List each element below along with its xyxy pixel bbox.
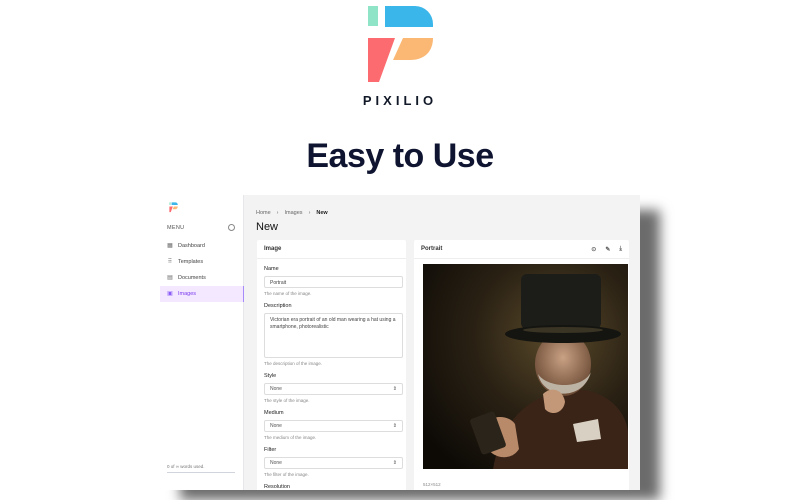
filter-select-value: None [270,460,282,466]
usage-text: 0 of ∞ words used. [167,464,205,469]
medium-select[interactable]: None ⇕ [264,420,403,432]
pixilio-logo [368,6,433,82]
sidebar-item-label: Templates [178,259,204,265]
sidebar-item-label: Documents [178,275,206,281]
filter-help: The filter of the image. [264,472,309,477]
sidebar-item-images[interactable]: ▣ Images [160,286,244,302]
app-window: MENU ▦ Dashboard ⠿ Templates ▤ Documents… [160,195,640,490]
sidebar: MENU ▦ Dashboard ⠿ Templates ▤ Documents… [160,195,244,490]
main-content: Home › Images › New New Image Name Portr… [244,195,640,490]
name-label: Name [264,266,279,272]
breadcrumb-images[interactable]: Images [285,210,303,216]
sidebar-item-dashboard[interactable]: ▦ Dashboard [160,238,244,254]
image-resolution: 512×512 [423,482,441,487]
select-arrows-icon: ⇕ [392,386,397,392]
image-card-header: Portrait ⊙ ✎ ⤓ [414,240,629,259]
select-arrows-icon: ⇕ [392,460,397,466]
breadcrumb-home[interactable]: Home [256,210,271,216]
sidebar-item-label: Dashboard [178,243,205,249]
images-icon: ▣ [167,291,173,297]
sidebar-item-templates[interactable]: ⠿ Templates [160,254,244,270]
style-select[interactable]: None ⇕ [264,383,403,395]
image-actions: ⊙ ✎ ⤓ [591,246,622,253]
documents-icon: ▤ [167,275,173,281]
menu-label: MENU [167,225,185,231]
sidebar-nav: ▦ Dashboard ⠿ Templates ▤ Documents ▣ Im… [160,238,244,302]
medium-select-value: None [270,423,282,429]
usage-progress-bar [167,472,235,473]
view-icon[interactable]: ⊙ [591,246,596,253]
brand-name: PIXILIO [362,93,438,108]
filter-select[interactable]: None ⇕ [264,457,403,469]
medium-label: Medium [264,410,284,416]
breadcrumb: Home › Images › New [256,210,328,216]
page-title: New [256,221,279,233]
description-help: The description of the image. [264,361,323,366]
medium-help: The medium of the image. [264,435,317,440]
resolution-label: Resolution [264,484,290,490]
style-label: Style [264,373,277,379]
breadcrumb-current: New [316,210,328,216]
image-card-title: Portrait [421,246,443,252]
hero-title: Easy to Use [306,137,494,175]
name-help: The name of the image. [264,291,312,296]
image-preview-card: Portrait ⊙ ✎ ⤓ 512×512 [414,240,629,490]
download-icon[interactable]: ⤓ [619,246,622,253]
sidebar-item-documents[interactable]: ▤ Documents [160,270,244,286]
dashboard-icon: ▦ [167,243,173,249]
settings-icon[interactable] [228,224,235,231]
description-textarea[interactable]: Victorian era portrait of an old man wea… [264,313,403,358]
chevron-right-icon: › [308,210,311,216]
generated-portrait-image[interactable] [423,264,628,469]
select-arrows-icon: ⇕ [392,423,397,429]
templates-icon: ⠿ [167,259,173,265]
image-form-card: Image Name Portrait The name of the imag… [257,240,406,490]
card-title: Image [257,240,406,259]
chevron-right-icon: › [276,210,279,216]
name-input[interactable]: Portrait [264,276,403,288]
sidebar-logo[interactable] [169,202,178,213]
style-select-value: None [270,386,282,392]
page: PIXILIO Easy to Use MENU ▦ Dashboard ⠿ T… [0,0,800,500]
filter-label: Filter [264,447,277,453]
edit-icon[interactable]: ✎ [605,246,610,253]
sidebar-item-label: Images [178,291,197,297]
style-help: The style of the image. [264,398,310,403]
description-label: Description [264,303,292,309]
